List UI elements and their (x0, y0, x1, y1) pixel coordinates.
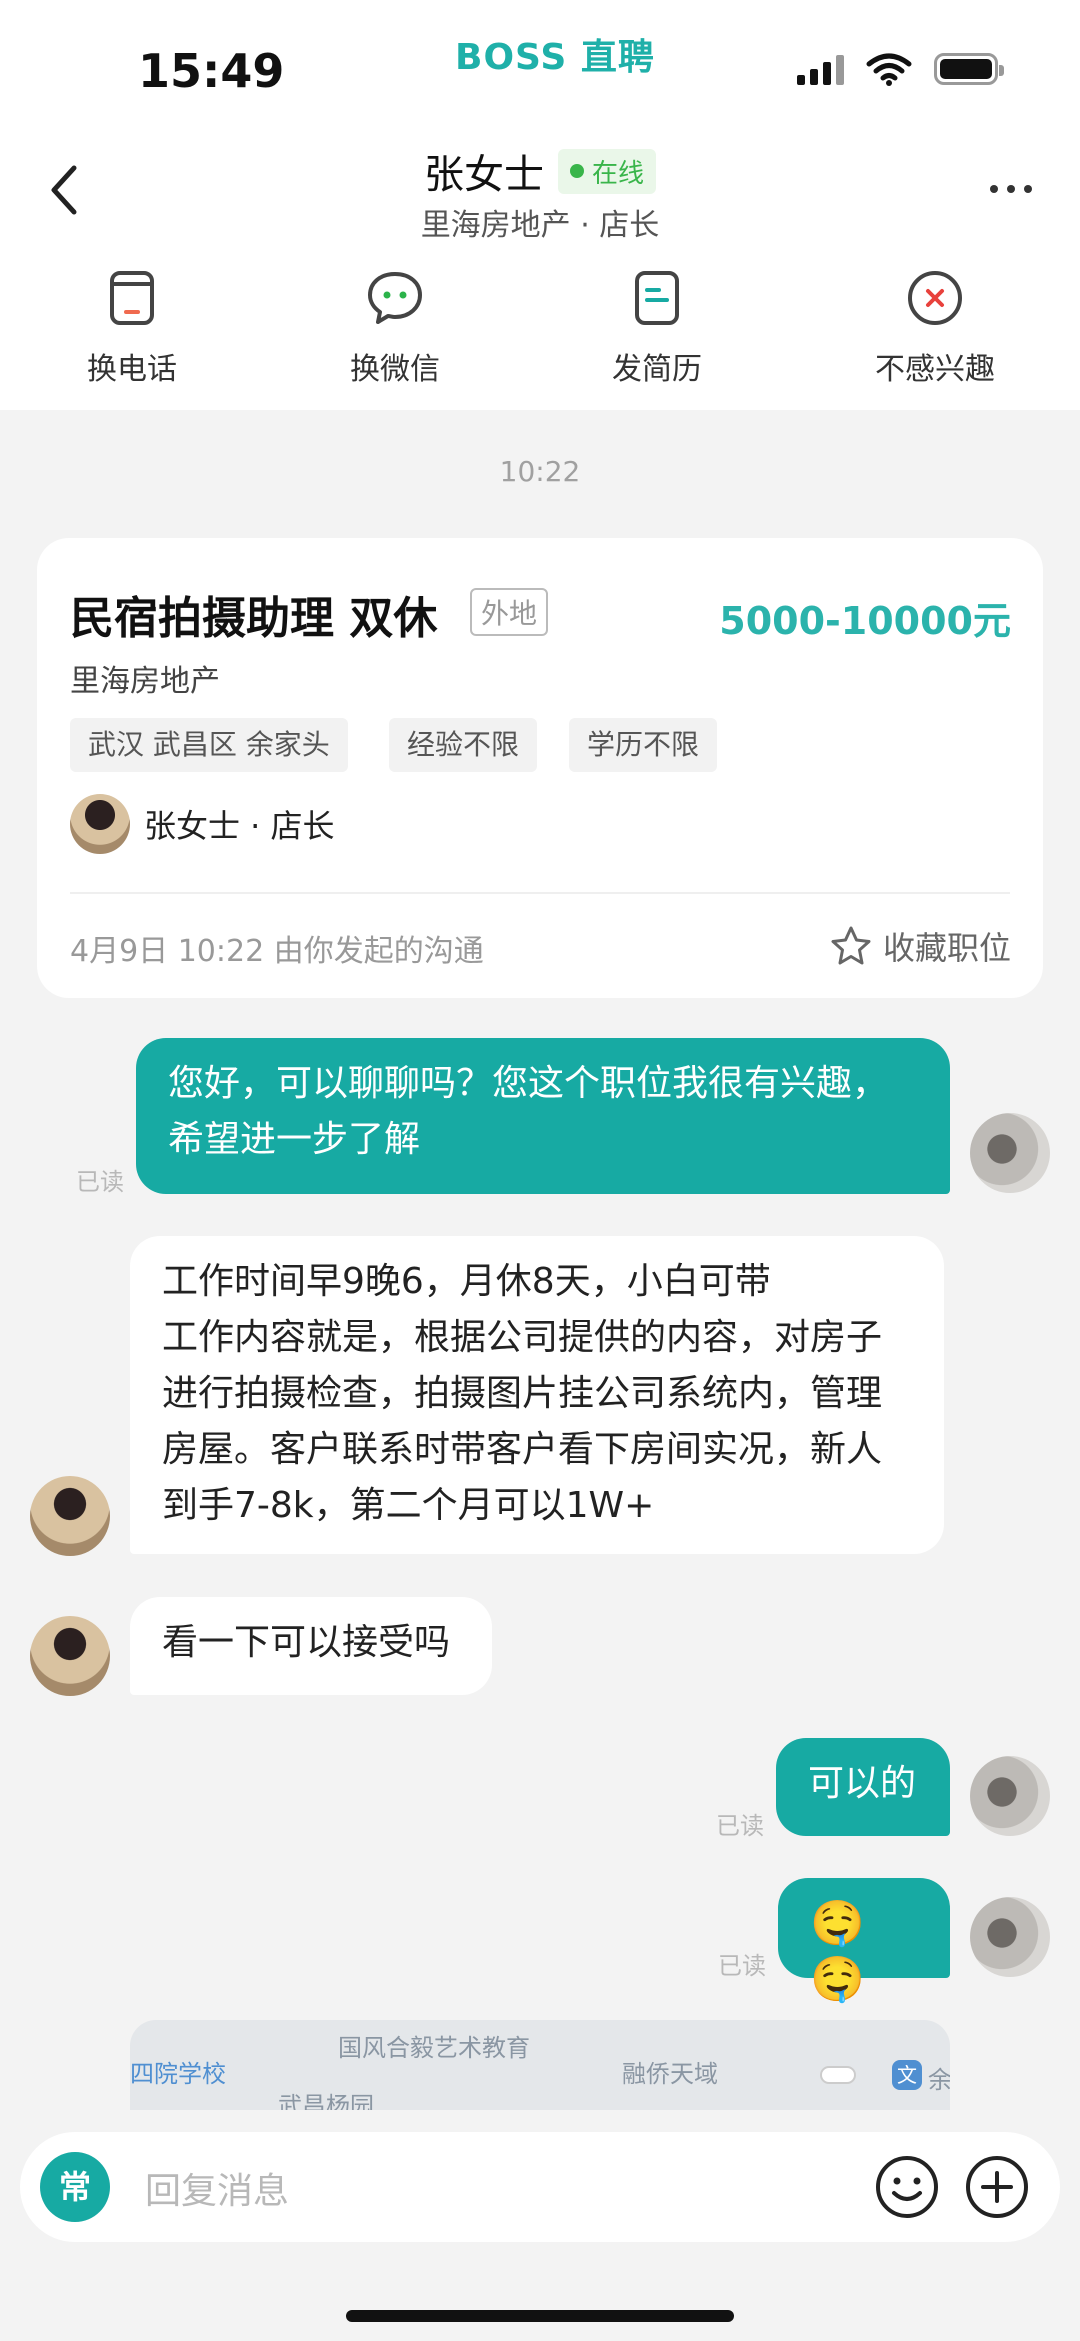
location-map-preview[interactable]: 四院学校 国风合毅艺术教育 融侨天域 武昌杨园 余 文 (130, 2020, 950, 2110)
send-resume-button[interactable]: 发简历 (567, 268, 747, 388)
message-line: 工作时间早9晚6，月休8天，小白可带 (162, 1261, 771, 1302)
conversation-origin: 4月9日 10:22 由你发起的沟通 (70, 934, 484, 969)
my-avatar[interactable] (970, 1897, 1050, 1977)
action-label: 发简历 (612, 352, 702, 387)
message-line: 您好，可以聊聊吗？您这个职位我很有兴趣， (168, 1063, 889, 1104)
star-icon (831, 926, 871, 965)
resume-icon (635, 271, 679, 325)
online-label: 在线 (591, 158, 644, 189)
job-company: 里海房地产 (70, 664, 220, 699)
map-label: 国风合毅艺术教育 (338, 2034, 530, 2062)
job-location-tag: 外地 (470, 588, 549, 636)
action-bar: 换电话 换微信 发简历 不感兴趣 (0, 268, 1080, 388)
job-chip-experience: 经验不限 (389, 718, 538, 772)
message-bubble-received[interactable]: 工作时间早9晚6，月休8天，小白可带 工作内容就是，根据公司提供的内容，对房子 … (130, 1236, 944, 1554)
app-logo: BOSS 直聘 (455, 37, 655, 78)
battery-icon (934, 53, 1004, 85)
job-title: 民宿拍摄助理 双休 (70, 593, 438, 644)
job-salary: 5000-10000元 (719, 599, 1011, 643)
reply-input-box[interactable]: 常 回复消息 (20, 2132, 1060, 2242)
my-avatar[interactable] (970, 1756, 1050, 1836)
message-line: 到手7-8k，第二个月可以1W+ (162, 1485, 655, 1526)
read-receipt: 已读 (718, 1952, 766, 1980)
wifi-icon (866, 53, 912, 86)
map-label: 四院学校 (130, 2060, 226, 2088)
my-avatar[interactable] (970, 1113, 1050, 1193)
quick-phrases-button[interactable]: 常 (40, 2152, 110, 2222)
job-chip-education: 学历不限 (569, 718, 718, 772)
translate-icon: 文 (892, 2060, 922, 2090)
status-time: 15:49 (138, 44, 285, 98)
read-receipt: 已读 (716, 1812, 764, 1840)
action-label: 不感兴趣 (875, 352, 995, 387)
action-label: 换电话 (87, 352, 177, 387)
chat-title: 张女士 在线 (0, 142, 1080, 200)
message-line: 进行拍摄检查，拍摄图片挂公司系统内，管理 (162, 1373, 883, 1414)
recruiter-name: 张女士 · 店长 (144, 807, 335, 845)
job-chip-location: 武汉 武昌区 余家头 (70, 718, 348, 772)
emoji-button[interactable] (874, 2154, 940, 2220)
online-badge: 在线 (557, 148, 656, 194)
contact-subtitle: 里海房地产 · 店长 (420, 208, 660, 243)
not-interested-button[interactable]: 不感兴趣 (845, 268, 1025, 388)
message-line: 房屋。客户联系时带客户看下房间实况，新人 (162, 1429, 883, 1470)
phone-card-icon (110, 271, 154, 325)
home-indicator (346, 2310, 734, 2322)
recruiter-avatar (70, 794, 130, 854)
contact-avatar[interactable] (30, 1476, 110, 1556)
more-options-button[interactable] (990, 185, 1032, 193)
reply-input[interactable]: 回复消息 (145, 2162, 289, 2214)
job-card[interactable]: 民宿拍摄助理 双休 外地 5000-10000元 里海房地产 武汉 武昌区 余家… (37, 538, 1043, 998)
status-icons (797, 52, 1004, 86)
top-area: 15:49 BOSS 直聘 张女士 在线 里海房地产 · 店长 换电话 换微信 … (0, 0, 1080, 410)
read-receipt: 已读 (76, 1168, 124, 1196)
action-label: 换微信 (350, 352, 440, 387)
online-dot-icon (569, 164, 584, 178)
save-job-label: 收藏职位 (882, 929, 1011, 967)
exchange-phone-button[interactable]: 换电话 (42, 268, 222, 388)
input-bar: 常 回复消息 (0, 2110, 1080, 2341)
message-line: 希望进一步了解 (168, 1119, 421, 1160)
map-label: 武昌杨园 (278, 2092, 374, 2110)
map-poi-icon (820, 2066, 856, 2084)
message-emoji: 🤤🤤 (810, 1898, 865, 2005)
plus-button[interactable] (964, 2154, 1030, 2220)
message-line: 看一下可以接受吗 (162, 1622, 451, 1663)
map-label: 余 (928, 2066, 950, 2094)
chat-timestamp: 10:22 (499, 455, 581, 488)
not-interested-icon (908, 271, 962, 325)
message-bubble-sent[interactable]: 🤤🤤 (778, 1878, 950, 2005)
wechat-icon (368, 272, 422, 324)
map-label: 融侨天域 (622, 2060, 718, 2088)
save-job-button[interactable]: 收藏职位 (829, 923, 1011, 969)
recruiter-info: 张女士 · 店长 (70, 794, 335, 854)
contact-name: 张女士 (423, 152, 544, 198)
card-divider (70, 892, 1010, 894)
cellular-signal-icon (797, 53, 844, 85)
message-line: 工作内容就是，根据公司提供的内容，对房子 (162, 1317, 883, 1358)
message-bubble-sent[interactable]: 您好，可以聊聊吗？您这个职位我很有兴趣， 希望进一步了解 (136, 1038, 950, 1194)
exchange-wechat-button[interactable]: 换微信 (305, 268, 485, 388)
message-bubble-received[interactable]: 看一下可以接受吗 (130, 1597, 492, 1695)
contact-avatar[interactable] (30, 1616, 110, 1696)
message-bubble-sent[interactable]: 可以的 (776, 1738, 950, 1836)
message-line: 可以的 (808, 1763, 917, 1804)
